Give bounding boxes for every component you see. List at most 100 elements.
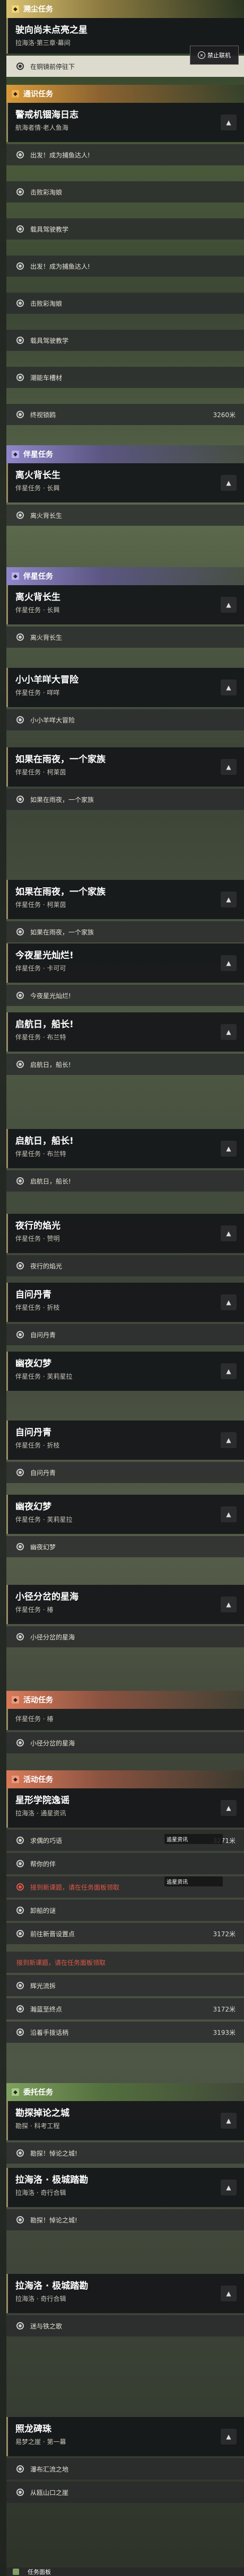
collapse-arrow-icon[interactable]: ▲ <box>221 2113 237 2129</box>
collapse-arrow-icon[interactable]: ▲ <box>221 475 237 491</box>
quest-card[interactable]: 如果在雨夜，一个家族 伴星任务 · 柯莱茵 ▲ <box>6 880 244 919</box>
quest-step[interactable]: 终视锁鸥 3260米 <box>6 404 244 425</box>
step-label: 夜行的焰光 <box>30 1262 63 1270</box>
collapse-arrow-icon[interactable]: ▲ <box>221 759 237 775</box>
quest-step[interactable]: 启航日，船长! <box>6 1170 244 1192</box>
quest-step[interactable]: 小小羊咩大冒险 <box>6 709 244 730</box>
quest-step[interactable]: 击败彩淘娘 <box>6 181 244 202</box>
quest-card[interactable]: 离火背长生 伴星任务 · 长興 ▲ <box>6 463 244 502</box>
quest-step[interactable]: 小径分岔的星海 <box>6 1732 244 1753</box>
quest-step[interactable]: 夜行的焰光 <box>6 1255 244 1276</box>
section-header-event[interactable]: ◆ 活动任务 <box>6 1691 244 1709</box>
collapse-arrow-icon[interactable]: ▲ <box>221 1225 237 1241</box>
quest-card[interactable]: 夜行的焰光 伴星任务 · 赞明 ▲ <box>6 1214 244 1253</box>
quest-step[interactable]: 瀑布汇流之地 <box>6 2458 244 2480</box>
section-header-main[interactable]: ◆ 溯尘任务 <box>6 0 244 18</box>
quest-card[interactable]: 离火背长生 伴星任务 · 长興 ▲ <box>6 585 244 624</box>
quest-card[interactable]: 星形学院逸谣 拉海洛 · 通星资讯 ▲ <box>6 1788 244 1828</box>
collapse-arrow-icon[interactable]: ▲ <box>221 1294 237 1310</box>
quest-card[interactable]: 拉海洛 · 极城踏勘 拉海洛 · 奇行合辑 ▲ <box>6 2274 244 2313</box>
quest-card[interactable]: 启航日，船长! 伴星任务 · 布兰特 ▲ <box>6 1012 244 1052</box>
quest-card-tail[interactable]: 伴星任务 · 椿 <box>6 1709 244 1730</box>
quest-step[interactable]: 潮能车槽材 <box>6 367 244 388</box>
collapse-arrow-icon[interactable]: ▲ <box>221 2286 237 2301</box>
quest-step[interactable]: 从瓯山口之崖 <box>6 2482 244 2503</box>
section-header-star[interactable]: ◆ 伴星任务 <box>6 567 244 585</box>
collapse-arrow-icon[interactable]: ▲ <box>221 114 237 130</box>
quest-panel-bar[interactable]: 任务面板 <box>6 2568 244 2576</box>
collapse-arrow-icon[interactable]: ▲ <box>221 680 237 695</box>
collapse-arrow-icon[interactable]: ▲ <box>221 1363 237 1379</box>
section-header-daily[interactable]: ◆ 委托任务 <box>6 2083 244 2101</box>
quest-step[interactable]: 如果在雨夜，一个家族 <box>6 789 244 810</box>
quest-card[interactable]: 勘探掉论之城 勘探 · 科考工程 ▲ <box>6 2101 244 2140</box>
quest-step[interactable]: 幽夜幻梦 <box>6 1536 244 1557</box>
collapse-arrow-icon[interactable]: ▲ <box>221 1141 237 1157</box>
collapse-arrow-icon[interactable]: ▲ <box>221 2429 237 2445</box>
star-quest-card-12: 幽夜幻梦 伴星任务 · 芙莉星拉 ▲ 幽夜幻梦 <box>6 1495 244 1557</box>
quest-step[interactable]: 迷与铁之歌 <box>6 2315 244 2336</box>
quest-step[interactable]: 瀚蓝至终点 3172米 <box>6 1998 244 2019</box>
step-label: 辉光流拆 <box>30 1982 56 1990</box>
quest-card[interactable]: 警戒机锢海日志 航海者情·老人鱼海 ▲ <box>6 103 244 142</box>
quest-step[interactable]: 辉光流拆 <box>6 1975 244 1996</box>
quest-subtitle: 伴星任务 · 折枝 <box>15 1304 60 1311</box>
quest-card[interactable]: 自问丹青 伴星任务 · 折枝 ▲ <box>6 1283 244 1322</box>
collapse-arrow-icon[interactable]: ▲ <box>221 1024 237 1040</box>
quest-step[interactable]: 卸船的谜 <box>6 1900 244 1921</box>
collapse-arrow-icon[interactable]: ▲ <box>221 892 237 907</box>
quest-step[interactable]: 沿着手拨话柄 3193米 <box>6 2022 244 2043</box>
quest-step-notice[interactable]: 接到新课题，请在任务面板领取 <box>6 1952 244 1973</box>
daily-quest-card-1: 拉海洛 · 极城踏勘 拉海洛 · 奇行合辑 ▲ 勘探！悼论之城! <box>6 2168 244 2230</box>
collapse-arrow-icon[interactable]: ▲ <box>221 597 237 613</box>
quest-step[interactable]: 如果在雨夜，一个家族 <box>6 921 244 942</box>
quest-card[interactable]: 自问丹青 伴星任务 · 折枝 ▲ <box>6 1421 244 1460</box>
quest-step[interactable]: 前往新晋设置点 3172米 <box>6 1923 244 1944</box>
quest-step[interactable]: 启航日，船长! <box>6 1054 244 1075</box>
quest-subtitle: 拉海洛 · 奇行合辑 <box>15 2189 66 2196</box>
collapse-arrow-icon[interactable]: ▲ <box>221 1596 237 1612</box>
section-title: 伴星任务 <box>23 451 53 459</box>
badge-label: 禁止联机 <box>207 52 231 59</box>
quest-card[interactable]: 拉海洛 · 极城踏勘 拉海洛 · 奇行合辑 ▲ <box>6 2168 244 2207</box>
step-radio-icon <box>16 1469 24 1476</box>
quest-step[interactable]: 勘探！悼论之城! <box>6 2209 244 2230</box>
quest-card[interactable]: 启航日，船长! 伴星任务 · 布兰特 ▲ <box>6 1129 244 1168</box>
collapse-arrow-icon[interactable]: ▲ <box>221 1800 237 1816</box>
quest-card[interactable]: 如果在雨夜，一个家族 伴星任务 · 柯莱茵 ▲ <box>6 747 244 787</box>
quest-step[interactable]: 帮你的伴 <box>6 1853 244 1874</box>
quest-step[interactable]: 今夜星光灿烂! <box>6 985 244 1006</box>
quest-step[interactable]: 出发！成为捕鱼达人! <box>6 144 244 165</box>
quest-step[interactable]: 离火背长生 <box>6 627 244 648</box>
section-header-event[interactable]: ◆ 活动任务 <box>6 1770 244 1788</box>
quest-card[interactable]: 小径分岔的星海 伴星任务 · 椿 ▲ <box>6 1585 244 1624</box>
step-radio-icon <box>16 1061 24 1068</box>
step-label: 终视锁鸥 <box>30 411 56 419</box>
quest-step[interactable]: 自问丹青 <box>6 1462 244 1483</box>
section-title: 伴星任务 <box>23 572 53 581</box>
step-radio-icon <box>16 2465 24 2473</box>
quest-card[interactable]: 今夜星光灿烂! 伴星任务 · 卡可可 ▲ <box>6 943 244 983</box>
quest-step[interactable]: 自问丹青 <box>6 1324 244 1345</box>
collapse-arrow-icon[interactable]: ▲ <box>221 955 237 971</box>
collapse-arrow-icon[interactable]: ▲ <box>221 1432 237 1448</box>
section-header-side[interactable]: ◆ 通识任务 <box>6 85 244 103</box>
quest-card[interactable]: 照龙碑珠 易梦之崖 · 第一幕 ▲ <box>6 2417 244 2456</box>
quest-step[interactable]: 载具驾驶教学 <box>6 218 244 240</box>
quest-step[interactable]: 离火背长生 <box>6 505 244 526</box>
section-header-star[interactable]: ◆ 伴星任务 <box>6 445 244 463</box>
collapse-arrow-icon[interactable]: ▲ <box>221 2180 237 2195</box>
quest-step[interactable]: 载具驾驶教学 <box>6 330 244 351</box>
tracking-tooltip: 追星资讯 <box>164 1876 223 1886</box>
quest-card[interactable]: 小小羊咩大冒险 伴星任务 · 咩咩 ▲ <box>6 668 244 707</box>
quest-step[interactable]: 出发！成为捕鱼达人! <box>6 255 244 277</box>
quest-step[interactable]: 小径分岔的星海 <box>6 1626 244 1647</box>
quest-step[interactable]: 勘探！悼论之城! <box>6 2142 244 2164</box>
quest-subtitle: 伴星任务 · 布兰特 <box>15 1034 66 1041</box>
quest-step[interactable]: 击败彩淘娘 <box>6 293 244 314</box>
quest-card[interactable]: 幽夜幻梦 伴星任务 · 芙莉星拉 ▲ <box>6 1495 244 1534</box>
quest-subtitle: 伴星任务 · 长興 <box>15 484 60 492</box>
quest-title: 拉海洛 · 极城踏勘 <box>15 2175 89 2185</box>
quest-card[interactable]: 幽夜幻梦 伴星任务 · 芙莉星拉 ▲ <box>6 1352 244 1391</box>
collapse-arrow-icon[interactable]: ▲ <box>221 1506 237 1522</box>
